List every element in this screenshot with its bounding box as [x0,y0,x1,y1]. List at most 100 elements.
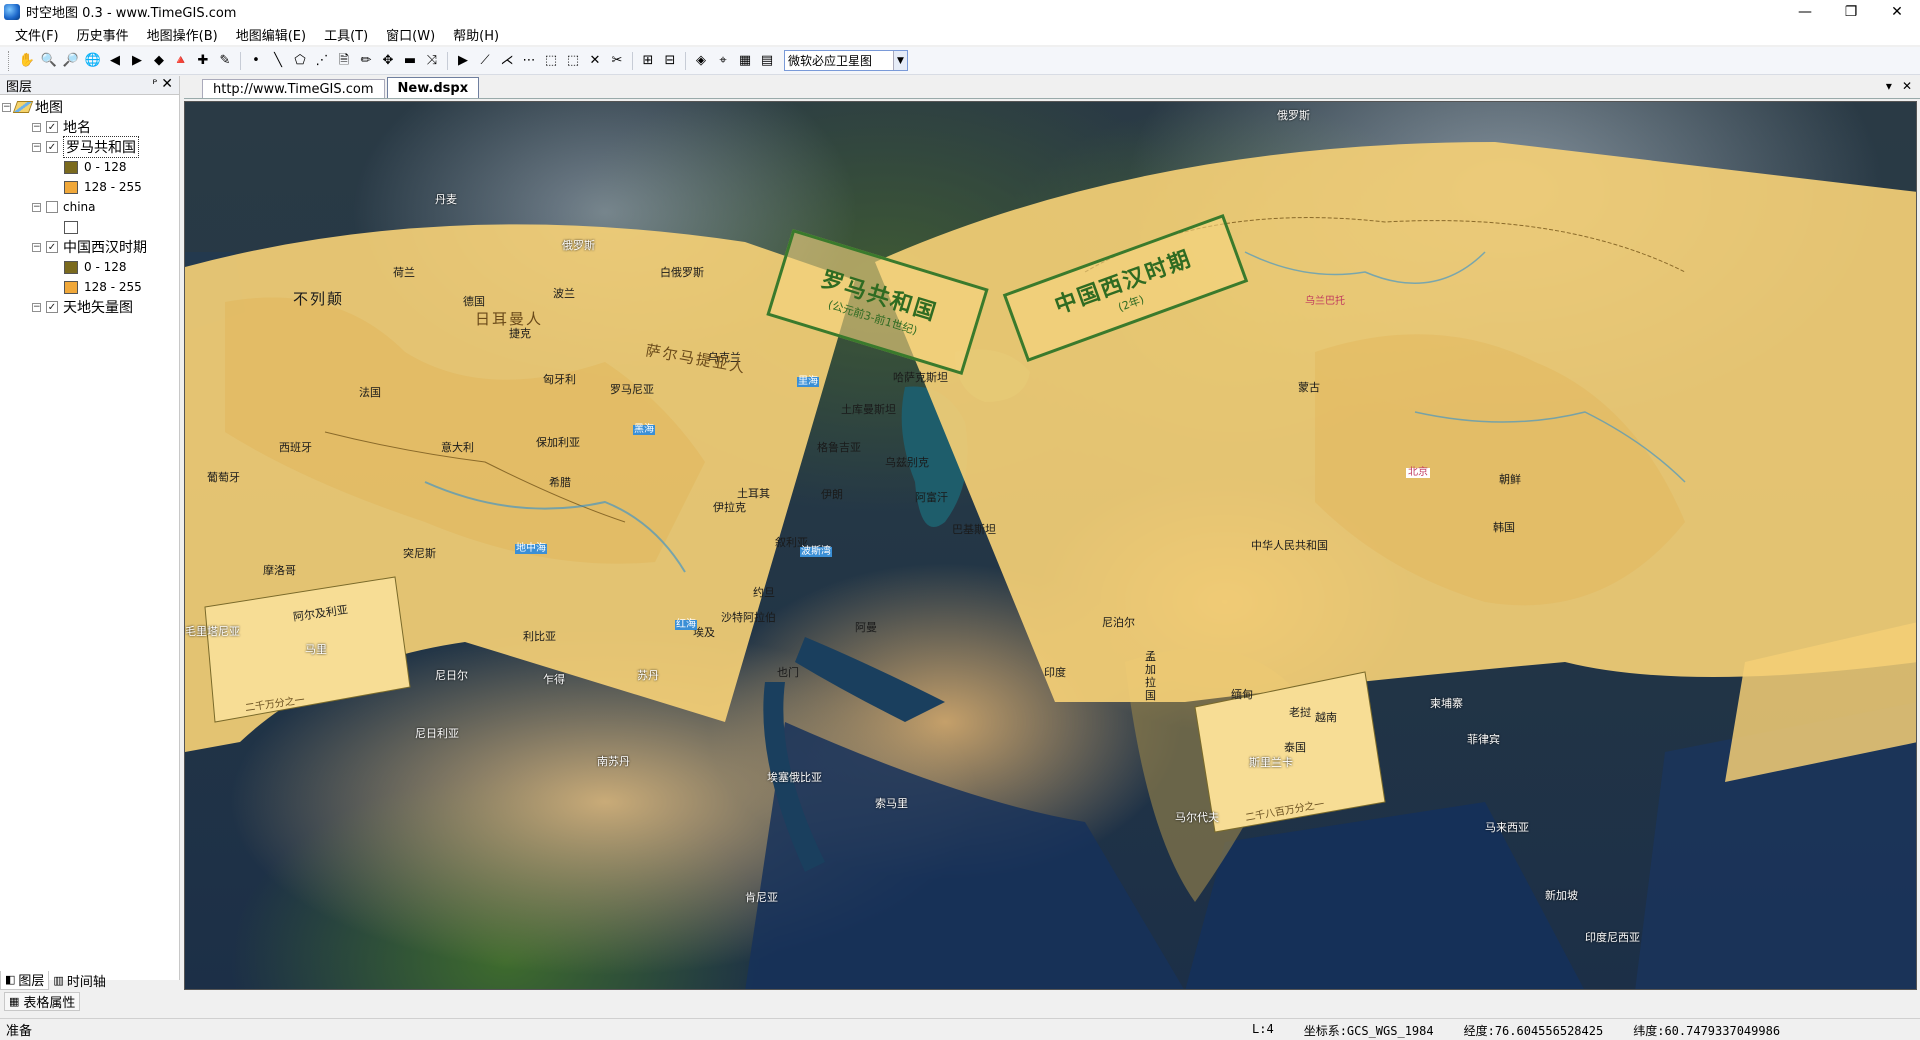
collapse-icon[interactable]: − [32,242,41,252]
chart-icon[interactable]: ▦ [734,50,756,72]
map-label: 乌兰巴托 [1305,296,1345,307]
map-label: 地中海 [515,543,547,554]
point-icon[interactable]: • [245,50,267,72]
menu-bar: 文件(F) 历史事件 地图操作(B) 地图编辑(E) 工具(T) 窗口(W) 帮… [0,23,1920,45]
tab-timegis-web[interactable]: http://www.TimeGIS.com [202,79,385,98]
toolbar-grip[interactable] [8,50,12,71]
save-edit-icon[interactable]: 🗎 [333,50,355,72]
chevron-down-icon[interactable]: ▼ [893,51,907,70]
pin-icon[interactable]: ᴾ [152,77,157,91]
line-icon[interactable]: ╲ [267,50,289,72]
select-clear-icon[interactable]: ⬚ [562,50,584,72]
legend-swatch [64,260,78,274]
tab-timeline[interactable]: ▥ 时间轴 [49,971,109,990]
move-icon[interactable]: ✥ [377,50,399,72]
menu-map-edit[interactable]: 地图编辑(E) [227,23,315,46]
legend-label: 0 - 128 [84,260,127,274]
snap-icon[interactable]: ⋌ [496,50,518,72]
map-label: 罗马尼亚 [610,383,654,396]
binoculars-icon[interactable]: ⌖ [712,50,734,72]
zoom-out-icon[interactable]: 🔎 [60,50,82,72]
timeline-icon: ▥ [53,973,64,987]
close-button[interactable]: ✕ [1874,0,1920,23]
tab-new-dspx[interactable]: New.dspx [386,77,480,98]
toolbar-separator [240,51,241,70]
select-icon[interactable]: ⬚ [540,50,562,72]
menu-file[interactable]: 文件(F) [6,23,68,46]
minimize-button[interactable]: — [1782,0,1828,23]
map-label: 斯里兰卡 [1249,756,1293,769]
cut-icon[interactable]: ✂ [606,50,628,72]
map-label: 波斯湾 [800,546,832,557]
legend-item: 128 - 255 [0,277,179,297]
table-icon[interactable]: ⊟ [659,50,681,72]
vertex-icon[interactable]: ⋯ [518,50,540,72]
map-label: 西班牙 [279,441,312,454]
layer-item-western-han[interactable]: − ✓ 中国西汉时期 [0,237,179,257]
attribute-table-icon[interactable]: ▤ [756,50,778,72]
layer-add-icon[interactable]: ◆ [148,50,170,72]
delete-icon[interactable]: ✕ [584,50,606,72]
forward-icon[interactable]: ▶ [126,50,148,72]
zoom-in-icon[interactable]: 🔍 [38,50,60,72]
legend-item [0,217,179,237]
map-label: 阿富汗 [915,491,948,504]
grid-icon[interactable]: ⊞ [637,50,659,72]
menu-tools[interactable]: 工具(T) [315,23,377,46]
map-label: 葡萄牙 [207,471,240,484]
tab-timeline-label: 时间轴 [66,974,106,990]
map-label: 里海 [797,376,819,387]
basemap-select[interactable]: 微软必应卫星图 ▼ [784,50,908,71]
polygon-icon[interactable]: ⬠ [289,50,311,72]
menu-map-operations[interactable]: 地图操作(B) [138,23,227,46]
delete-feature-icon[interactable]: ▬ [399,50,421,72]
layer-item-tianditu-vector[interactable]: − ✓ 天地矢量图 [0,297,179,317]
close-document-icon[interactable]: ✕ [1902,79,1912,93]
identify-icon[interactable]: 🔺 [170,50,192,72]
play-icon[interactable]: ▶ [452,50,474,72]
edit-feature-icon[interactable]: ✎ [214,50,236,72]
collapse-icon[interactable]: − [2,102,11,112]
select-line-icon[interactable]: ⟋ [474,50,496,72]
map-label: 法国 [359,386,381,399]
layer-checkbox[interactable]: ✓ [46,121,58,133]
tree-root[interactable]: − 地图 [0,97,179,117]
node-icon[interactable]: ⋰ [311,50,333,72]
map-label: 柬埔寨 [1430,697,1463,710]
pan-icon[interactable]: ✋ [16,50,38,72]
layer-checkbox[interactable] [46,201,58,213]
collapse-icon[interactable]: − [32,202,41,212]
layer-item-china[interactable]: − china [0,197,179,217]
add-feature-icon[interactable]: ✚ [192,50,214,72]
measure-icon[interactable]: ✏ [355,50,377,72]
back-icon[interactable]: ◀ [104,50,126,72]
map-label: 苏丹 [637,669,659,682]
restore-button[interactable]: ❐ [1828,0,1874,23]
map-label: 北京 [1406,467,1430,478]
map-label: 约旦 [753,586,775,599]
tab-table-properties[interactable]: ▦ 表格属性 [4,992,81,1011]
collapse-icon[interactable]: − [32,302,41,312]
menu-window[interactable]: 窗口(W) [377,23,444,46]
legend-item: 0 - 128 [0,257,179,277]
map-canvas[interactable]: 罗马共和国 (公元前3-前1世纪) 中国西汉时期 (2年) 二千万分之一 二千八… [184,101,1917,990]
window-controls: — ❐ ✕ [1782,0,1920,23]
layer-checkbox[interactable]: ✓ [46,301,58,313]
map-label: 利比亚 [523,630,556,643]
layer-checkbox[interactable]: ✓ [46,241,58,253]
legend-swatch [64,160,78,174]
layer-item-place-names[interactable]: − ✓ 地名 [0,117,179,137]
tab-layers[interactable]: ◧ 图层 [0,970,50,990]
menu-help[interactable]: 帮助(H) [444,23,508,46]
layer-checkbox[interactable]: ✓ [46,141,58,153]
layer-item-roman-republic[interactable]: − ✓ 罗马共和国 [0,136,179,158]
collapse-icon[interactable]: − [32,142,41,152]
compass-icon[interactable]: ◈ [690,50,712,72]
collapse-icon[interactable]: − [32,122,41,132]
map-label: 朝鲜 [1499,473,1521,486]
close-icon[interactable]: ✕ [161,76,173,92]
tab-list-icon[interactable]: ▾ [1886,79,1892,93]
globe-icon[interactable]: 🌐 [82,50,104,72]
split-icon[interactable]: ⤨ [421,50,443,72]
menu-history-events[interactable]: 历史事件 [68,23,138,46]
